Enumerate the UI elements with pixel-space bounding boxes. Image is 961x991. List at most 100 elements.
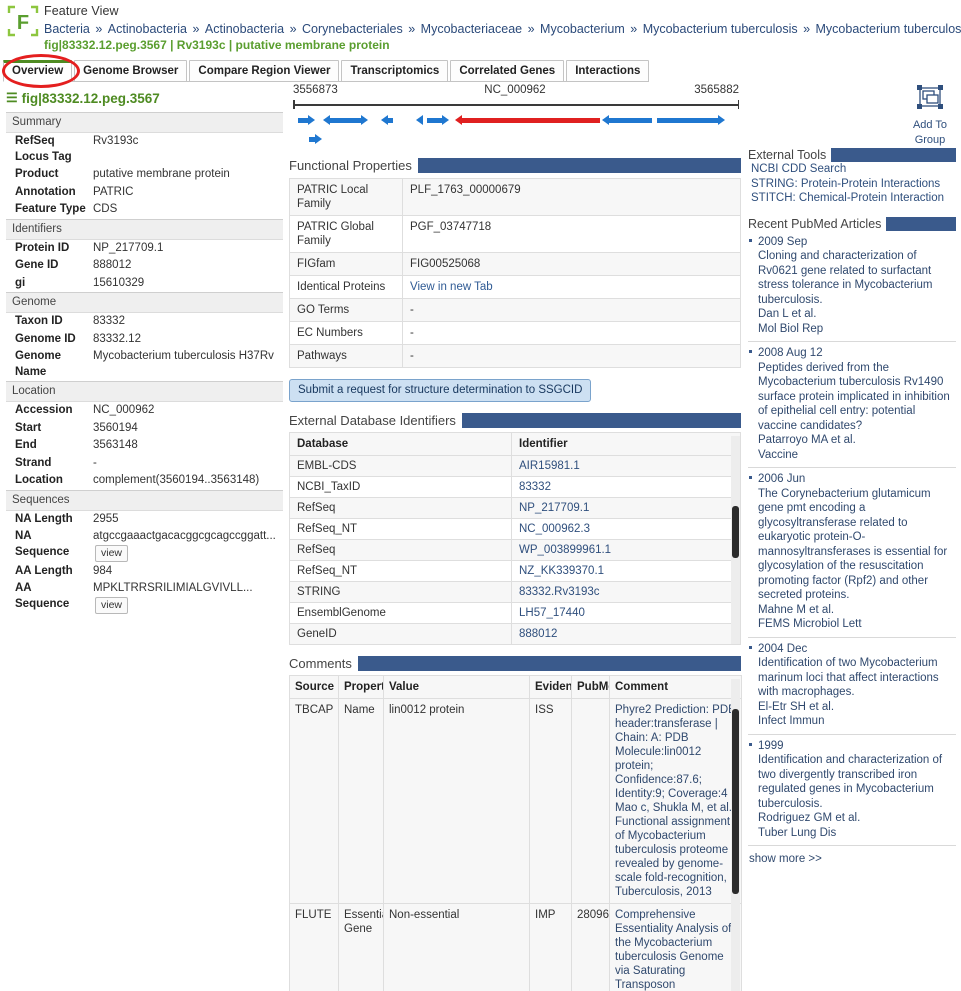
table-row: RefSeq WP_003899961.1 [289, 539, 741, 561]
external-tool-link-1[interactable]: STRING: Protein-Protein Interactions [748, 177, 956, 192]
functional-properties-table: PATRIC Local Family PLF_1763_00000679 PATR… [289, 178, 741, 368]
pubmed-article-journal: Mol Biol Rep [758, 322, 824, 335]
gene-arrow-row-primary[interactable] [289, 115, 741, 134]
external-db-scroll-area[interactable]: Database Identifier EMBL-CDS AIR15981.1 NCB… [289, 432, 741, 645]
breadcrumb-separator: » [626, 22, 641, 36]
kv-value-text: MPKLTRRSRILIMIALGVIVLL... [93, 582, 253, 595]
comments-scrollbar-thumb[interactable] [731, 709, 739, 894]
breadcrumb[interactable]: Bacteria » Actinobacteria » Actinobacter… [44, 22, 961, 36]
gene-arrow-0[interactable] [298, 115, 315, 126]
external-db-identifier[interactable]: NP_217709.1 [511, 497, 741, 519]
feature-identity-line[interactable]: fig|83332.12.peg.3567 | Rv3193c | putati… [44, 38, 390, 52]
kv-key: Product [15, 168, 59, 180]
pubmed-article-authors: Patarroyo MA et al. [758, 434, 856, 446]
pubmed-article-title[interactable]: Cloning and characterization of Rv0621 g… [758, 249, 956, 307]
comments-scrollbar-track[interactable] [731, 679, 740, 991]
gene-arrow-row-secondary[interactable] [289, 134, 741, 153]
external-db-name: STRING [289, 581, 512, 603]
comments-scroll-area[interactable]: SourcePropertyValueEvidence CodePubMedCo… [289, 675, 742, 991]
pubmed-article-journal: Vaccine [758, 448, 799, 461]
add-to-group-button[interactable]: Add To Group [905, 84, 955, 147]
tab-compare-region-viewer[interactable]: Compare Region Viewer [189, 60, 340, 82]
pubmed-article: 1999 Identification and characterization … [748, 735, 956, 846]
kv-value-text: 15610329 [93, 276, 145, 289]
functional-property-label: PATRIC Global Family [289, 215, 403, 253]
external-db-identifier[interactable]: AIR15981.1 [511, 455, 741, 477]
comment-value: lin0012 protein [383, 698, 530, 904]
external-db-identifier[interactable]: 83332 [511, 476, 741, 498]
breadcrumb-item-7[interactable]: Mycobacterium tuberculosis H37Rv [816, 22, 961, 36]
breadcrumb-item-4[interactable]: Mycobacteriaceae [421, 22, 522, 36]
gene-arrow-6[interactable] [455, 115, 600, 126]
functional-properties-header-bar [417, 158, 741, 173]
external-db-scrollbar-thumb[interactable] [731, 506, 739, 558]
kv-value-text: PATRIC [93, 185, 134, 198]
pubmed-article-title[interactable]: The Corynebacterium glutamicum gene pmt … [758, 487, 956, 603]
breadcrumb-item-2[interactable]: Actinobacteria [205, 22, 284, 36]
external-db-name: EMBL-CDS [289, 455, 512, 477]
view-sequence-button[interactable]: view [95, 544, 129, 562]
left-sections: Summary RefSeq Locus Tag Rv3193c Product put… [6, 112, 283, 615]
kv-row: Genome Name Mycobacterium tuberculosis H3… [6, 348, 283, 381]
external-db-identifier[interactable]: 888012 [511, 623, 741, 645]
comment-pubmed-id[interactable] [571, 698, 610, 904]
gene-arrow-7[interactable] [602, 115, 652, 126]
breadcrumb-item-1[interactable]: Actinobacteria [108, 22, 187, 36]
external-db-identifier[interactable]: 83332.Rv3193c [511, 581, 741, 603]
pubmed-title: Recent PubMed Articles [748, 216, 882, 231]
tab-interactions[interactable]: Interactions [566, 60, 650, 82]
gene-arrow-2[interactable] [351, 115, 368, 126]
breadcrumb-item-0[interactable]: Bacteria [44, 22, 90, 36]
external-db-identifier[interactable]: LH57_17440 [511, 602, 741, 624]
comment-evidence-code: ISS [529, 698, 572, 904]
external-db-identifier[interactable]: NZ_KK339370.1 [511, 560, 741, 582]
gene-arrow-3[interactable] [381, 115, 393, 126]
feature-id-link[interactable]: fig|83332.12.peg.3567 [44, 38, 167, 52]
functional-property-value: FIG00525068 [402, 252, 741, 276]
table-row: EnsemblGenome LH57_17440 [289, 602, 741, 624]
tab-genome-browser[interactable]: Genome Browser [74, 60, 188, 82]
gene-arrow-5[interactable] [427, 115, 449, 126]
tab-transcriptomics[interactable]: Transcriptomics [341, 60, 449, 82]
comment-value: Non-essential [383, 903, 530, 991]
external-db-scrollbar-track[interactable] [731, 436, 740, 644]
feature-product-text: putative membrane protein [235, 38, 390, 52]
view-sequence-button[interactable]: view [95, 596, 129, 614]
gene-arrow-9[interactable] [309, 134, 322, 145]
breadcrumb-item-5[interactable]: Mycobacterium [540, 22, 625, 36]
table-row: RefSeq_NT NZ_KK339370.1 [289, 560, 741, 582]
feature-line-separator-2: | [225, 38, 236, 52]
tab-overview[interactable]: Overview [3, 60, 73, 82]
external-db-identifier[interactable]: WP_003899961.1 [511, 539, 741, 561]
external-db-title: External Database Identifiers [289, 413, 456, 428]
functional-property-row: PATRIC Global Family PGF_03747718 [289, 215, 741, 253]
feature-locus-link[interactable]: Rv3193c [177, 38, 226, 52]
breadcrumb-separator: » [188, 22, 203, 36]
external-tool-link-2[interactable]: STITCH: Chemical-Protein Interaction [748, 191, 956, 206]
pubmed-article-title[interactable]: Peptides derived from the Mycobacterium … [758, 361, 956, 434]
comment-source: FLUTE [289, 903, 339, 991]
pubmed-bullet-icon [749, 645, 752, 649]
tab-bar[interactable]: Overview Genome Browser Compare Region Vie… [3, 60, 651, 82]
pubmed-show-more-link[interactable]: show more >> [748, 846, 956, 865]
feature-line-separator: | [166, 38, 177, 52]
pubmed-article-title[interactable]: Identification of two Mycobacterium mari… [758, 656, 956, 700]
gene-arrow-8[interactable] [657, 115, 725, 126]
ssgcid-submit-button[interactable]: Submit a request for structure determina… [289, 379, 592, 402]
external-db-identifier[interactable]: NC_000962.3 [511, 518, 741, 540]
pubmed-article-list: 2009 Sep Cloning and characterization of … [748, 231, 956, 846]
functional-property-value[interactable]: View in new Tab [402, 275, 741, 299]
breadcrumb-item-6[interactable]: Mycobacterium tuberculosis [643, 22, 798, 36]
external-tool-link-0[interactable]: NCBI CDD Search [748, 162, 956, 177]
left-section-sequences: Sequences NA Length 2955 NA Sequence atgccga… [6, 489, 283, 615]
functional-property-row: Pathways - [289, 344, 741, 368]
genome-context-track[interactable]: 3556873 NC_000962 3565882 [289, 84, 741, 152]
kv-key: AA Sequence [15, 582, 70, 610]
pubmed-article-title[interactable]: Identification and characterization of t… [758, 753, 956, 811]
tab-correlated-genes[interactable]: Correlated Genes [450, 60, 565, 82]
kv-row: Start 3560194 [6, 420, 283, 438]
breadcrumb-item-3[interactable]: Corynebacteriales [302, 22, 403, 36]
feature-view-page: F Feature View Bacteria » Actinobacteria… [0, 0, 961, 991]
gene-arrow-4[interactable] [416, 115, 423, 126]
comment-pubmed-id[interactable]: 2809640 [571, 903, 610, 991]
